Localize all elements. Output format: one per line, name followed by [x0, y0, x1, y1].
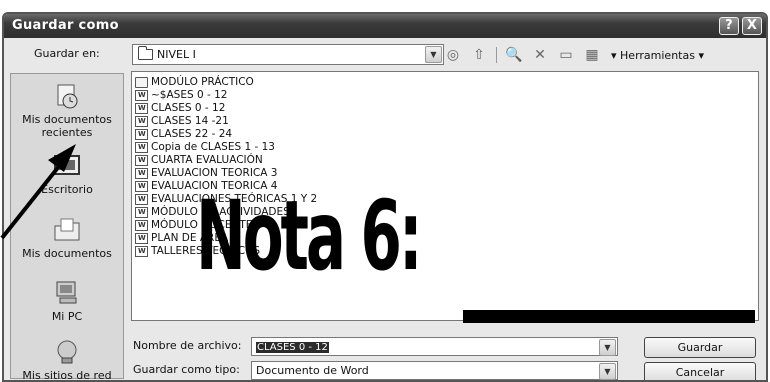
arrow-icon: [0, 144, 76, 240]
